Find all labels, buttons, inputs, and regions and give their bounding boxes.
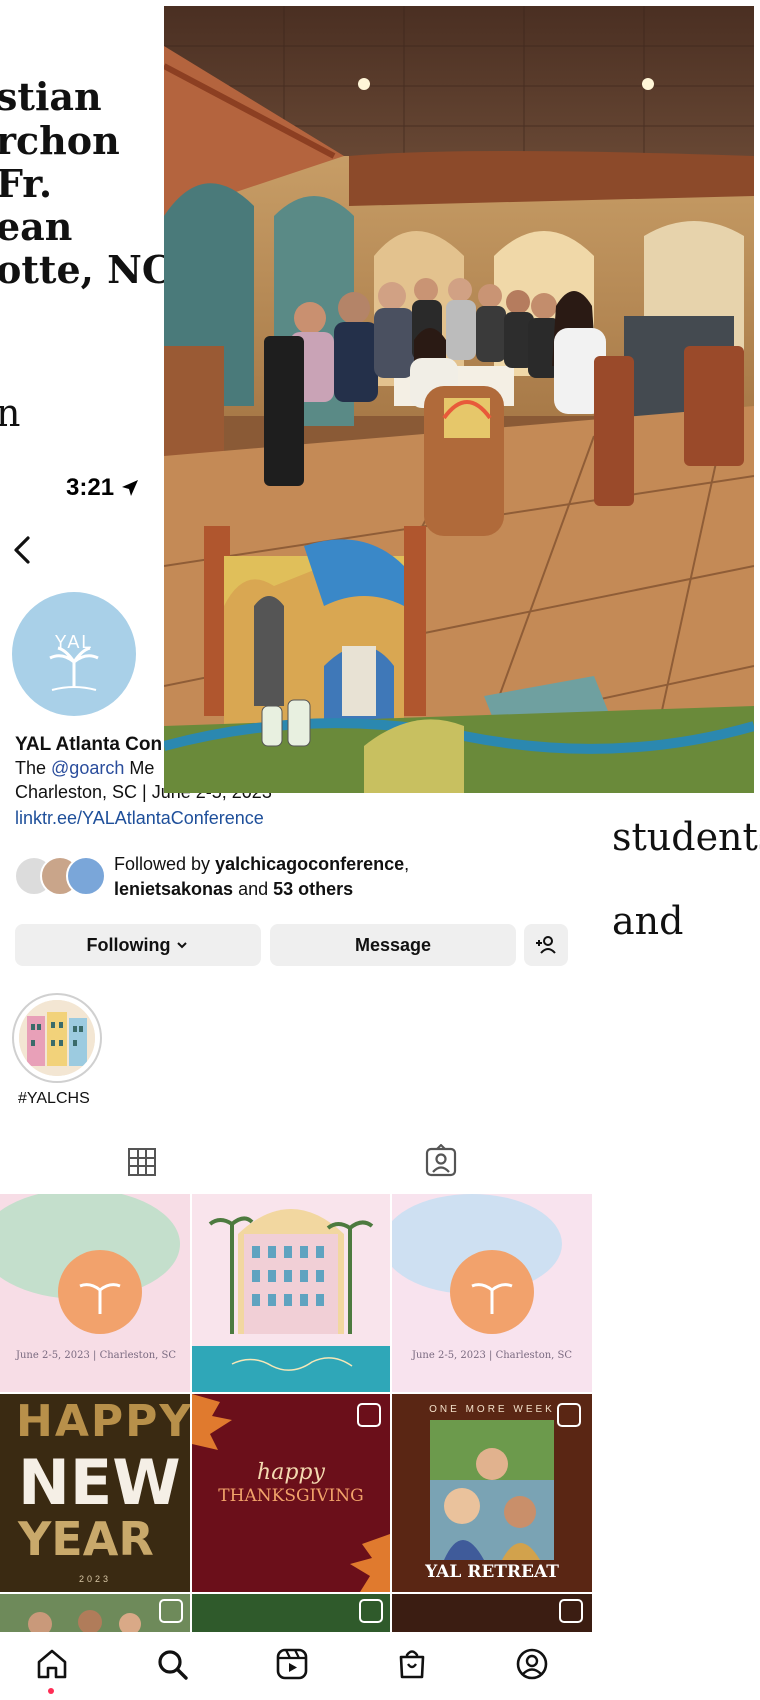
document-fragment: rchon bbox=[0, 118, 120, 163]
followed-by-text[interactable]: Followed by yalchicagoconference, leniet… bbox=[114, 852, 409, 902]
document-fragment: stian bbox=[0, 74, 102, 119]
document-word: and bbox=[612, 899, 684, 943]
post-tile[interactable]: HAPPY NEW YEAR 2023 bbox=[0, 1394, 190, 1592]
post-text-year: YEAR bbox=[18, 1512, 154, 1566]
post-tile[interactable] bbox=[392, 1594, 592, 1632]
avatar-logo-text: YAL bbox=[54, 632, 94, 652]
following-label: Following bbox=[86, 934, 171, 955]
chevron-down-icon bbox=[177, 942, 188, 949]
profile-link[interactable]: linktr.ee/YALAtlantaConference bbox=[15, 808, 264, 829]
profile-icon[interactable] bbox=[514, 1646, 550, 1682]
tagged-tab-icon[interactable] bbox=[424, 1144, 458, 1178]
bio-line-1: The @goarch Me bbox=[15, 758, 155, 778]
highlight-cover-image bbox=[19, 1000, 95, 1076]
profile-name: YAL Atlanta Con bbox=[15, 734, 163, 755]
post-tile[interactable]: happy THANKSGIVING bbox=[192, 1394, 390, 1592]
document-fragment: n bbox=[0, 391, 21, 435]
document-word: students bbox=[612, 815, 760, 859]
notification-dot bbox=[48, 1688, 54, 1694]
add-user-icon bbox=[536, 936, 556, 954]
status-time: 3:21 bbox=[66, 474, 115, 501]
document-fragment: otte, NC bbox=[0, 247, 173, 292]
post-text-retreat: YAL RETREAT bbox=[425, 1562, 559, 1582]
grid-tab-icon[interactable] bbox=[126, 1146, 158, 1178]
post-text-year-number: 2023 bbox=[78, 1574, 112, 1584]
bottom-navigation bbox=[0, 1632, 592, 1700]
highlight-label: #YALCHS bbox=[18, 1090, 90, 1107]
post-tile[interactable]: June 2-5, 2023 | Charleston, SC bbox=[392, 1194, 592, 1392]
following-button[interactable]: Following bbox=[15, 924, 261, 966]
post-tile[interactable] bbox=[192, 1594, 390, 1632]
post-tile[interactable]: June 2-5, 2023 | Charleston, SC bbox=[0, 1194, 190, 1392]
document-fragment: ean bbox=[0, 204, 73, 249]
post-tile[interactable] bbox=[192, 1194, 390, 1392]
add-user-button[interactable] bbox=[524, 924, 568, 966]
restaurant-group-photo bbox=[164, 6, 754, 793]
post-text-thanksgiving: THANKSGIVING bbox=[218, 1486, 364, 1506]
shop-icon[interactable] bbox=[394, 1646, 430, 1682]
home-icon[interactable] bbox=[34, 1646, 70, 1682]
post-tile[interactable]: ONE MORE WEEK YAL RETREAT bbox=[392, 1394, 592, 1592]
location-arrow-icon bbox=[122, 480, 138, 496]
post-text-new: NEW bbox=[18, 1446, 181, 1519]
profile-avatar[interactable]: YAL bbox=[12, 592, 136, 716]
message-label: Message bbox=[354, 934, 432, 955]
document-fragment: Fr. bbox=[0, 161, 53, 206]
reels-icon[interactable] bbox=[274, 1646, 310, 1682]
back-chevron-icon[interactable] bbox=[8, 532, 36, 568]
search-icon[interactable] bbox=[154, 1646, 190, 1682]
post-tile[interactable] bbox=[0, 1594, 190, 1632]
post-text-happy-script: happy bbox=[257, 1460, 325, 1485]
followed-by-avatars[interactable] bbox=[14, 854, 106, 898]
post-caption: June 2-5, 2023 | Charleston, SC bbox=[411, 1350, 573, 1361]
story-highlight[interactable] bbox=[12, 993, 102, 1083]
post-text-happy: HAPPY bbox=[16, 1396, 190, 1447]
post-caption: June 2-5, 2023 | Charleston, SC bbox=[15, 1350, 177, 1361]
bio-mention-link[interactable]: @goarch bbox=[51, 758, 124, 778]
message-button[interactable]: Message bbox=[270, 924, 516, 966]
